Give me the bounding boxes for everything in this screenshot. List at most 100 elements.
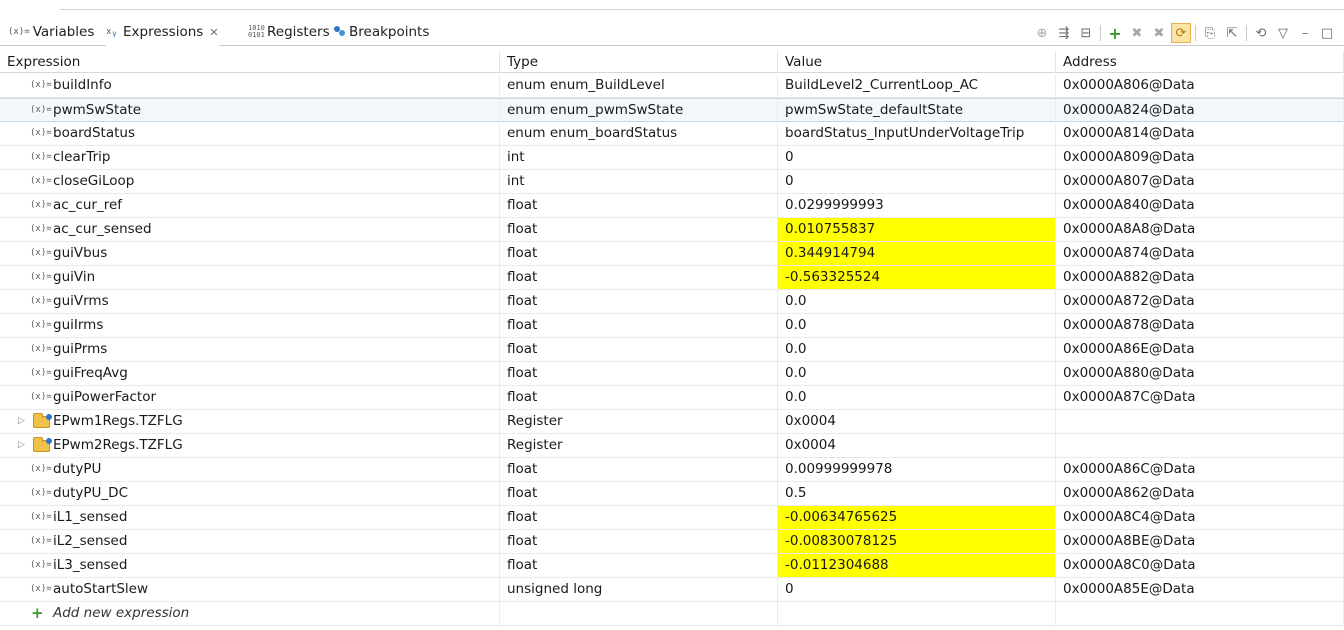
column-header-value[interactable]: Value [778, 51, 1056, 73]
table-row[interactable]: (x)= clearTrip int 0 0x0000A809@Data [0, 146, 1344, 170]
table-row[interactable]: (x)= autoStartSlew unsigned long 0 0x0000A85… [0, 578, 1344, 602]
value-cell[interactable]: 0.0 [778, 362, 1056, 385]
value-cell[interactable]: 0.0299999993 [778, 194, 1056, 217]
table-row[interactable]: (x)= iL2_sensed float -0.00830078125 0x0000A… [0, 530, 1344, 554]
remove-expression-icon[interactable]: ✖ [1127, 23, 1147, 43]
table-row[interactable]: (x)= closeGiLoop int 0 0x0000A807@Data [0, 170, 1344, 194]
table-row[interactable]: (x)= guiVin float -0.563325524 0x0000A882@Da… [0, 266, 1344, 290]
tab-expressions[interactable]: xy Expressions ✕ [106, 18, 219, 46]
table-row[interactable]: (x)= guiPrms float 0.0 0x0000A86E@Data [0, 338, 1344, 362]
expression-cell[interactable]: (x)= boardStatus [0, 122, 500, 145]
value-cell[interactable]: 0.0 [778, 314, 1056, 337]
value-cell[interactable]: 0.344914794 [778, 242, 1056, 265]
expression-cell[interactable]: (x)= guiPrms [0, 338, 500, 361]
column-header-expression[interactable]: Expression [0, 51, 500, 73]
value-cell[interactable]: 0.0 [778, 386, 1056, 409]
value-cell[interactable]: -0.0112304688 [778, 554, 1056, 577]
value-cell[interactable]: 0x0004 [778, 434, 1056, 457]
expression-cell[interactable]: (x)= closeGiLoop [0, 170, 500, 193]
tab-registers[interactable]: 1010 0101 Registers [248, 18, 330, 46]
add-expression-icon[interactable]: + [1105, 23, 1125, 43]
expression-cell[interactable]: (x)= guiPowerFactor [0, 386, 500, 409]
show-logical-structure-icon[interactable]: ⇶ [1054, 23, 1074, 43]
value-cell[interactable]: 0 [778, 146, 1056, 169]
variable-icon: (x)= [30, 152, 52, 162]
table-row[interactable]: (x)= dutyPU_DC float 0.5 0x0000A862@Data [0, 482, 1344, 506]
table-row[interactable]: (x)= ac_cur_sensed float 0.010755837 0x0000A… [0, 218, 1344, 242]
value-cell[interactable]: boardStatus_InputUnderVoltageTrip [778, 122, 1056, 145]
export-icon[interactable]: ⇱ [1222, 23, 1242, 43]
table-row[interactable]: (x)= pwmSwState enum enum_pwmSwState pwmSwS… [0, 98, 1344, 122]
value-cell[interactable]: 0.5 [778, 482, 1056, 505]
empty-cell [1056, 602, 1344, 625]
value-cell[interactable]: -0.00634765625 [778, 506, 1056, 529]
value-cell[interactable]: 0 [778, 170, 1056, 193]
expression-cell[interactable]: (x)= guiVin [0, 266, 500, 289]
table-row[interactable]: (x)= guiFreqAvg float 0.0 0x0000A880@Data [0, 362, 1344, 386]
value-cell[interactable]: 0.010755837 [778, 218, 1056, 241]
value-cell[interactable]: BuildLevel2_CurrentLoop_AC [778, 74, 1056, 97]
tab-variables[interactable]: (x)= Variables [8, 18, 94, 46]
table-row[interactable]: (x)= guiVrms float 0.0 0x0000A872@Data [0, 290, 1344, 314]
table-row[interactable]: (x)= iL3_sensed float -0.0112304688 0x0000A8… [0, 554, 1344, 578]
expand-arrow-icon[interactable]: ▷ [18, 410, 25, 433]
value-cell[interactable]: 0x0004 [778, 410, 1056, 433]
expression-cell[interactable]: (x)= clearTrip [0, 146, 500, 169]
add-new-expression-row[interactable]: + Add new expression [0, 602, 1344, 626]
refresh-icon[interactable]: ⟲ [1251, 23, 1271, 43]
value-cell[interactable]: -0.563325524 [778, 266, 1056, 289]
expression-name: iL2_sensed [53, 533, 128, 549]
expression-cell[interactable]: (x)= pwmSwState [0, 99, 500, 122]
expression-cell[interactable]: (x)= buildInfo [0, 74, 500, 97]
table-row[interactable]: (x)= dutyPU float 0.00999999978 0x0000A86C@D… [0, 458, 1344, 482]
expression-cell[interactable]: (x)= iL2_sensed [0, 530, 500, 553]
table-row[interactable]: (x)= ac_cur_ref float 0.0299999993 0x0000A84… [0, 194, 1344, 218]
expand-arrow-icon[interactable]: ▷ [18, 434, 25, 457]
table-row[interactable]: (x)= buildInfo enum enum_BuildLevel BuildLe… [0, 74, 1344, 98]
table-row[interactable]: (x)= guiVbus float 0.344914794 0x0000A874@Da… [0, 242, 1344, 266]
tab-breakpoints[interactable]: Breakpoints [333, 18, 429, 46]
value-cell[interactable]: 0.00999999978 [778, 458, 1056, 481]
expression-cell[interactable]: (x)= guiIrms [0, 314, 500, 337]
column-header-address[interactable]: Address [1056, 51, 1344, 73]
maximize-icon[interactable]: □ [1317, 23, 1337, 43]
view-menu-icon[interactable]: ▽ [1273, 23, 1293, 43]
expression-cell[interactable]: ▷ EPwm2Regs.TZFLG [0, 434, 500, 457]
value-cell[interactable]: pwmSwState_defaultState [778, 99, 1056, 122]
variable-icon: (x)= [30, 248, 52, 258]
table-row[interactable]: (x)= boardStatus enum enum_boardStatus boar… [0, 122, 1344, 146]
expression-cell[interactable]: (x)= dutyPU [0, 458, 500, 481]
table-row[interactable]: ▷ EPwm1Regs.TZFLG Register 0x0004 [0, 410, 1344, 434]
expression-cell[interactable]: (x)= autoStartSlew [0, 578, 500, 601]
expression-cell[interactable]: (x)= iL3_sensed [0, 554, 500, 577]
address-cell: 0x0000A807@Data [1056, 170, 1344, 193]
continuous-refresh-icon[interactable]: ⟳ [1171, 23, 1191, 43]
table-row[interactable]: (x)= iL1_sensed float -0.00634765625 0x0000A… [0, 506, 1344, 530]
minimize-icon[interactable]: – [1295, 23, 1315, 43]
expression-name: boardStatus [53, 125, 136, 141]
expression-cell[interactable]: (x)= ac_cur_ref [0, 194, 500, 217]
expression-cell[interactable]: (x)= guiVrms [0, 290, 500, 313]
value-cell[interactable]: 0 [778, 578, 1056, 601]
value-cell[interactable]: 0.0 [778, 338, 1056, 361]
value-cell[interactable]: 0.0 [778, 290, 1056, 313]
import-icon[interactable]: ⎘ [1200, 23, 1220, 43]
table-row[interactable]: (x)= guiIrms float 0.0 0x0000A878@Data [0, 314, 1344, 338]
expression-cell[interactable]: (x)= dutyPU_DC [0, 482, 500, 505]
table-row[interactable]: (x)= guiPowerFactor float 0.0 0x0000A87C@Dat… [0, 386, 1344, 410]
add-expression-cell[interactable]: + Add new expression [0, 602, 500, 625]
expression-cell[interactable]: (x)= ac_cur_sensed [0, 218, 500, 241]
value-cell[interactable]: -0.00830078125 [778, 530, 1056, 553]
address-cell: 0x0000A872@Data [1056, 290, 1344, 313]
column-header-type[interactable]: Type [500, 51, 778, 73]
close-icon[interactable]: ✕ [209, 26, 218, 39]
expression-cell[interactable]: (x)= iL1_sensed [0, 506, 500, 529]
table-row[interactable]: ▷ EPwm2Regs.TZFLG Register 0x0004 [0, 434, 1344, 458]
expression-cell[interactable]: ▷ EPwm1Regs.TZFLG [0, 410, 500, 433]
show-type-names-icon[interactable]: ⊕ [1032, 23, 1052, 43]
expression-cell[interactable]: (x)= guiFreqAvg [0, 362, 500, 385]
variable-icon: (x)= [30, 392, 52, 402]
expression-cell[interactable]: (x)= guiVbus [0, 242, 500, 265]
collapse-all-icon[interactable]: ⊟ [1076, 23, 1096, 43]
remove-all-icon[interactable]: ✖ [1149, 23, 1169, 43]
